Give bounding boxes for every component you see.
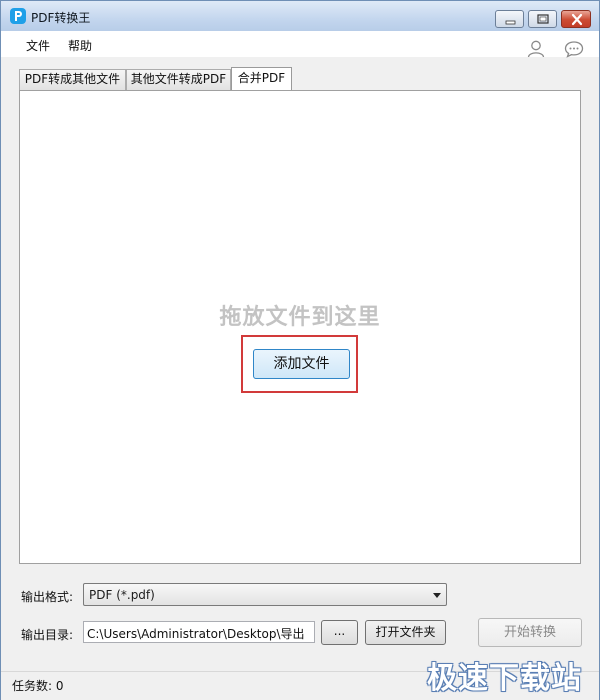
output-dir-value: C:\Users\Administrator\Desktop\导出	[87, 627, 305, 641]
title-bar[interactable]: PDF转换王	[1, 1, 599, 32]
add-file-button[interactable]: 添加文件	[253, 349, 350, 379]
open-folder-button[interactable]: 打开文件夹	[365, 620, 446, 645]
start-convert-button[interactable]: 开始转换	[478, 618, 582, 647]
window-title: PDF转换王	[31, 11, 91, 25]
drop-hint-text: 拖放文件到这里	[219, 305, 381, 330]
menu-bar: 文件 帮助	[1, 31, 599, 57]
maximize-icon	[537, 14, 549, 24]
chat-bubble-icon[interactable]	[564, 40, 584, 58]
task-count: 任务数: 0	[12, 679, 64, 693]
dropdown-arrow-icon	[433, 593, 441, 598]
file-drop-panel[interactable]: 拖放文件到这里 添加文件	[19, 90, 581, 564]
minimize-icon	[505, 20, 516, 25]
output-format-value: PDF (*.pdf)	[89, 588, 155, 602]
tab-pdf-to-other[interactable]: PDF转成其他文件	[19, 69, 126, 90]
close-button[interactable]	[561, 10, 591, 28]
menu-help[interactable]: 帮助	[68, 37, 92, 54]
tab-other-to-pdf[interactable]: 其他文件转成PDF	[126, 69, 231, 90]
close-icon	[571, 13, 583, 26]
user-icon[interactable]	[526, 39, 546, 59]
output-format-label: 输出格式:	[21, 590, 74, 604]
pdf-app-icon	[10, 8, 26, 24]
app-window: PDF转换王 文件 帮助 PDF转成其他文件 其他文件转成PDF 合并PDF 拖…	[0, 0, 600, 700]
output-format-select[interactable]: PDF (*.pdf)	[83, 583, 447, 606]
browse-button[interactable]: ...	[321, 620, 358, 645]
maximize-button[interactable]	[528, 10, 557, 28]
menu-file[interactable]: 文件	[26, 37, 50, 54]
output-dir-label: 输出目录:	[21, 628, 74, 642]
site-watermark: 极速下载站	[427, 661, 582, 696]
minimize-button[interactable]	[495, 10, 524, 28]
output-dir-input[interactable]: C:\Users\Administrator\Desktop\导出	[83, 621, 315, 643]
tab-merge-pdf[interactable]: 合并PDF	[231, 67, 292, 91]
